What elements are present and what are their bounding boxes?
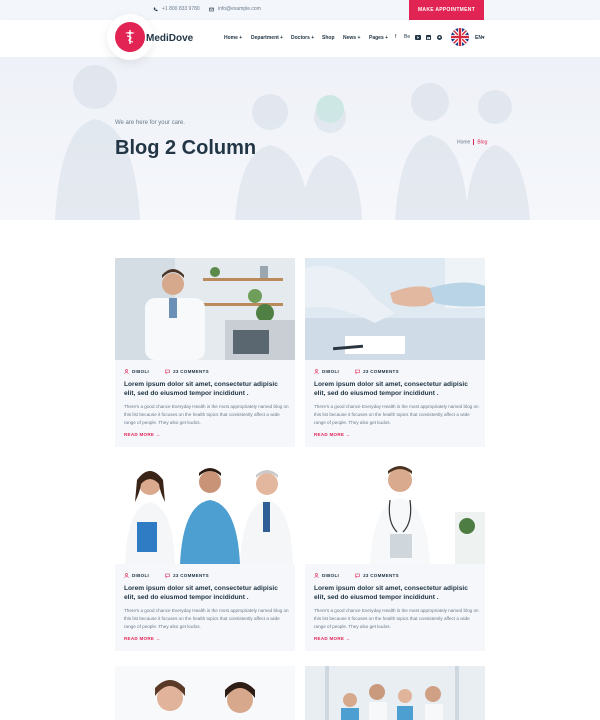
page-title: Blog 2 Column: [115, 137, 257, 159]
comment-icon: [165, 573, 170, 578]
pinterest-icon[interactable]: [437, 35, 442, 40]
post-author[interactable]: DIBOLI: [132, 573, 149, 578]
brand-name[interactable]: MediDove: [146, 33, 193, 44]
read-more-link[interactable]: READ MORE →: [124, 432, 161, 437]
post-image[interactable]: [115, 258, 295, 360]
facebook-icon[interactable]: f: [395, 34, 396, 40]
email-info[interactable]: info@example.com: [209, 6, 261, 12]
phone-text: +1 800 833 9780: [162, 6, 200, 12]
nav-shop[interactable]: Shop: [322, 35, 335, 41]
page-hero: We are here for your care. Blog 2 Column…: [0, 57, 600, 220]
top-bar: +1 800 833 9780 info@example.com MAKE AP…: [0, 0, 600, 20]
post-image[interactable]: [115, 462, 295, 564]
mail-icon: [209, 7, 214, 11]
language-selector[interactable]: EN▾: [475, 35, 484, 41]
post-image[interactable]: [305, 666, 485, 720]
post-author[interactable]: DIBOLI: [132, 369, 149, 374]
nav-doctors[interactable]: Doctors +: [291, 35, 314, 41]
blog-card: DIBOLI 23 COMMENTS Lorem ipsum dolor sit…: [115, 258, 295, 447]
post-excerpt: There's a good chance Everyday Health is…: [314, 404, 479, 425]
breadcrumb-separator: [473, 139, 475, 145]
post-comments[interactable]: 23 COMMENTS: [363, 369, 399, 374]
comment-icon: [355, 573, 360, 578]
user-icon: [124, 369, 129, 374]
blog-card: DIBOLI 23 COMMENTS Lorem ipsum dolor sit…: [305, 258, 485, 447]
post-comments[interactable]: 23 COMMENTS: [363, 573, 399, 578]
blog-card: DIBOLI 23 COMMENTS Lorem ipsum dolor sit…: [115, 462, 295, 651]
blog-card: DIBOLI 23 COMMENTS Lorem ipsum dolor sit…: [305, 462, 485, 651]
comment-icon: [165, 369, 170, 374]
breadcrumb-home[interactable]: Home: [457, 139, 470, 145]
uk-flag-icon[interactable]: [451, 28, 469, 46]
blog-card: [305, 666, 485, 720]
read-more-link[interactable]: READ MORE →: [314, 636, 351, 641]
user-icon: [314, 573, 319, 578]
nav-department[interactable]: Department +: [251, 35, 283, 41]
email-text: info@example.com: [218, 6, 261, 12]
post-title[interactable]: Lorem ipsum dolor sit amet, consectetur …: [124, 584, 288, 603]
post-author[interactable]: DIBOLI: [322, 573, 339, 578]
linkedin-icon[interactable]: [426, 35, 431, 40]
caduceus-icon: [115, 22, 145, 52]
post-image[interactable]: [305, 258, 485, 360]
user-icon: [124, 573, 129, 578]
post-title[interactable]: Lorem ipsum dolor sit amet, consectetur …: [314, 584, 478, 603]
hero-subtitle: We are here for your care.: [115, 120, 185, 126]
post-meta: DIBOLI 23 COMMENTS: [314, 369, 399, 374]
phone-icon: [153, 7, 158, 11]
post-excerpt: There's a good chance Everyday Health is…: [124, 404, 289, 425]
post-excerpt: There's a good chance Everyday Health is…: [124, 608, 289, 629]
post-comments[interactable]: 23 COMMENTS: [173, 369, 209, 374]
post-meta: DIBOLI 23 COMMENTS: [124, 573, 209, 578]
breadcrumb-current: Blog: [477, 139, 488, 146]
nav-home[interactable]: Home +: [224, 35, 242, 41]
make-appointment-button[interactable]: MAKE APPOINTMENT: [409, 0, 484, 20]
post-meta: DIBOLI 23 COMMENTS: [314, 573, 399, 578]
hero-background-image: [55, 65, 530, 220]
user-icon: [314, 369, 319, 374]
phone-info[interactable]: +1 800 833 9780: [153, 6, 200, 12]
nav-news[interactable]: News +: [343, 35, 360, 41]
post-comments[interactable]: 23 COMMENTS: [173, 573, 209, 578]
blog-card: [115, 666, 295, 720]
post-meta: DIBOLI 23 COMMENTS: [124, 369, 209, 374]
post-title[interactable]: Lorem ipsum dolor sit amet, consectetur …: [124, 380, 288, 399]
post-image[interactable]: [115, 666, 295, 720]
main-header: MediDove Home + Department + Doctors + S…: [0, 14, 600, 60]
behance-icon[interactable]: Be: [404, 34, 410, 40]
read-more-link[interactable]: READ MORE →: [124, 636, 161, 641]
nav-pages[interactable]: Pages +: [369, 35, 388, 41]
post-image[interactable]: [305, 462, 485, 564]
post-author[interactable]: DIBOLI: [322, 369, 339, 374]
read-more-link[interactable]: READ MORE →: [314, 432, 351, 437]
post-title[interactable]: Lorem ipsum dolor sit amet, consectetur …: [314, 380, 478, 399]
comment-icon: [355, 369, 360, 374]
post-excerpt: There's a good chance Everyday Health is…: [314, 608, 479, 629]
youtube-icon[interactable]: [415, 35, 421, 40]
breadcrumb: Home Blog: [457, 139, 487, 145]
